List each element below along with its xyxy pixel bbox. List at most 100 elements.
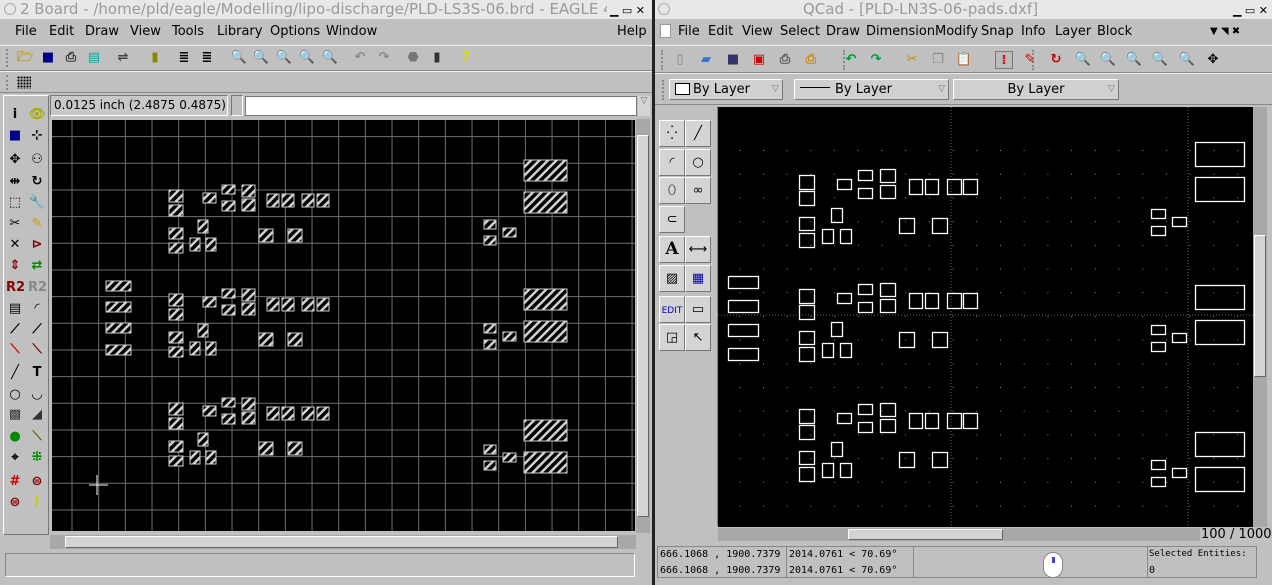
menu-file[interactable]: File: [15, 20, 37, 43]
save-icon[interactable]: ■: [39, 49, 57, 67]
redraw-icon[interactable]: ↻: [1047, 51, 1065, 69]
go-icon[interactable]: ▮: [428, 49, 446, 67]
grid-dots-icon[interactable]: [17, 76, 31, 89]
menu-file[interactable]: File: [678, 20, 700, 43]
menu-draw[interactable]: Draw: [826, 20, 860, 43]
command-dropdown-icon[interactable]: ▽: [638, 96, 650, 116]
delete-icon[interactable]: ✕: [6, 236, 24, 254]
zoom-pan-icon[interactable]: ✥: [1204, 51, 1222, 69]
miter-icon[interactable]: ◜: [28, 300, 46, 318]
polygon-icon[interactable]: ◢: [28, 406, 46, 424]
library-icon[interactable]: ▮: [146, 49, 164, 67]
polylines-icon[interactable]: ⊂: [659, 206, 685, 233]
command-line-input[interactable]: [245, 96, 637, 116]
ripup-icon[interactable]: ⟍: [28, 341, 46, 359]
mdi-window-controls[interactable]: ▼ ◥ ✖: [1210, 20, 1240, 43]
replace-icon[interactable]: ⇄: [28, 257, 46, 275]
smash-icon[interactable]: ▤: [6, 300, 24, 318]
arcs-icon[interactable]: ◜: [659, 149, 685, 176]
menu-edit[interactable]: Edit: [708, 20, 733, 43]
menu-view[interactable]: View: [742, 20, 773, 43]
grid-icon[interactable]: ⁞: [995, 51, 1013, 69]
cam-processor-icon[interactable]: ▤: [85, 49, 103, 67]
ratsnest-icon[interactable]: ⁜: [28, 449, 46, 467]
pen-width-select[interactable]: By Layer ▽: [794, 79, 949, 100]
move-icon[interactable]: ✥: [6, 151, 24, 169]
circles-icon[interactable]: ○: [685, 149, 711, 176]
undo-icon[interactable]: ↶: [842, 51, 860, 69]
script-icon[interactable]: ≣: [175, 49, 193, 67]
split-icon[interactable]: ⟋: [6, 321, 24, 339]
zoom-out-icon[interactable]: 🔍: [1099, 51, 1117, 69]
add-icon[interactable]: ⊳: [28, 236, 46, 254]
text-icon[interactable]: A: [659, 236, 685, 263]
lines-icon[interactable]: ╱: [685, 120, 711, 147]
menu-block[interactable]: Block: [1097, 20, 1132, 43]
erc-icon[interactable]: ⊜: [28, 473, 46, 491]
circle-icon[interactable]: ○: [6, 386, 24, 404]
ulp-icon[interactable]: ≣: [198, 49, 216, 67]
scrollbar-thumb[interactable]: [848, 529, 1003, 540]
mirror-icon[interactable]: ⇹: [6, 173, 24, 191]
save-icon[interactable]: ■: [724, 51, 742, 69]
value-icon[interactable]: R2: [28, 279, 47, 297]
text-icon[interactable]: T: [28, 364, 46, 382]
undo-icon[interactable]: ↶: [351, 49, 369, 67]
menu-options[interactable]: Options: [270, 20, 320, 43]
draft-icon[interactable]: ✎: [1021, 51, 1039, 69]
eagle-board-canvas[interactable]: [52, 120, 635, 531]
cut-icon[interactable]: ✂: [6, 215, 24, 233]
menu-help[interactable]: Help: [617, 20, 647, 43]
rect-icon[interactable]: ▩: [6, 406, 24, 424]
drc-icon[interactable]: ⊜: [6, 494, 24, 512]
cut-icon[interactable]: ✂: [903, 51, 921, 69]
command-history-button[interactable]: [231, 95, 243, 116]
toolbar-grip[interactable]: [6, 49, 9, 67]
route-icon[interactable]: ⟍: [6, 341, 24, 359]
menu-snap[interactable]: Snap: [981, 20, 1014, 43]
menu-view[interactable]: View: [130, 20, 161, 43]
menu-draw[interactable]: Draw: [85, 20, 119, 43]
hole-icon[interactable]: ⌖: [6, 449, 24, 467]
redo-icon[interactable]: ↷: [375, 49, 393, 67]
errors-icon[interactable]: !: [28, 494, 46, 512]
print-preview-icon[interactable]: ⎙: [802, 51, 820, 69]
zoom-out-icon[interactable]: 🔍: [275, 49, 293, 67]
menu-dimension[interactable]: Dimension: [866, 20, 935, 43]
menu-edit[interactable]: Edit: [49, 20, 74, 43]
window-menu-icon[interactable]: [4, 3, 16, 15]
qcad-drawing-canvas[interactable]: [718, 107, 1253, 527]
rotate-icon[interactable]: ↻: [28, 173, 46, 191]
menu-library[interactable]: Library: [217, 20, 262, 43]
qcad-horizontal-scrollbar[interactable]: [718, 528, 1200, 541]
scrollbar-thumb[interactable]: [1254, 235, 1266, 377]
pen-linetype-select[interactable]: By Layer ▽: [953, 79, 1119, 100]
help-icon[interactable]: ?: [457, 49, 475, 67]
open-icon[interactable]: 🗁: [16, 49, 34, 67]
copy-icon[interactable]: ❐: [929, 51, 947, 69]
name-icon[interactable]: R2: [6, 279, 25, 297]
zoom-window-icon[interactable]: 🔍: [1178, 51, 1196, 69]
menu-layer[interactable]: Layer: [1055, 20, 1091, 43]
zoom-in-icon[interactable]: 🔍: [1074, 51, 1092, 69]
redo-icon[interactable]: ↷: [867, 51, 885, 69]
eagle-vertical-scrollbar[interactable]: [636, 119, 650, 533]
via-icon[interactable]: ●: [6, 428, 24, 446]
eagle-horizontal-scrollbar[interactable]: [50, 535, 636, 549]
save-as-icon[interactable]: ▣: [750, 51, 768, 69]
block-icon[interactable]: ◲: [659, 324, 685, 351]
pinswap-icon[interactable]: ⇕: [6, 257, 24, 275]
print-icon[interactable]: ⎙: [776, 51, 794, 69]
optimize-icon[interactable]: ⟋: [28, 321, 46, 339]
wire-icon[interactable]: ╱: [6, 364, 24, 382]
points-icon[interactable]: ⁛: [659, 120, 685, 147]
auto-icon[interactable]: #: [6, 473, 24, 491]
paste-icon[interactable]: 📋: [955, 51, 973, 69]
scrollbar-thumb[interactable]: [637, 135, 649, 517]
new-icon[interactable]: ▯: [671, 51, 689, 69]
toolbar-grip[interactable]: [662, 80, 665, 100]
ellipses-icon[interactable]: ⬯: [659, 177, 685, 204]
dimensions-icon[interactable]: ⟷: [685, 236, 711, 263]
hatch-icon[interactable]: ▨: [659, 265, 685, 292]
toolbar-grip[interactable]: [661, 50, 664, 70]
